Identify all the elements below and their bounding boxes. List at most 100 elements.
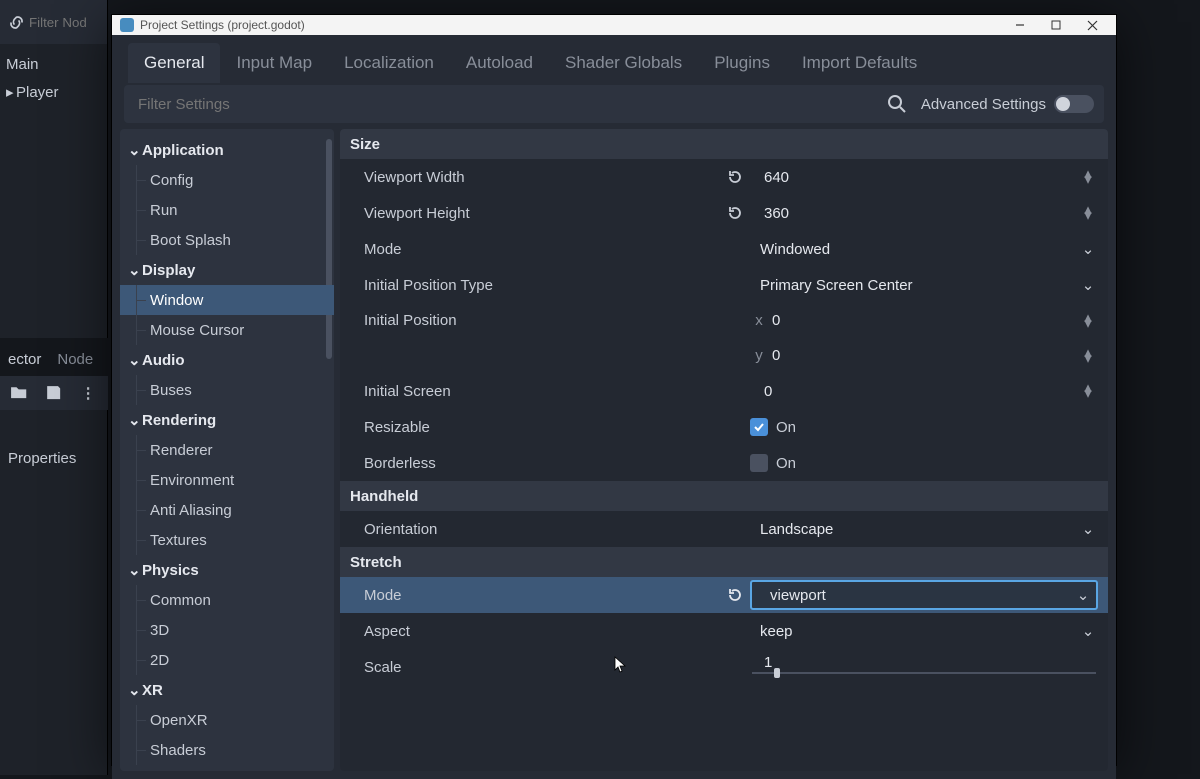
sidebar-item-environment[interactable]: Environment bbox=[120, 465, 334, 495]
category-xr[interactable]: ⌄XR bbox=[120, 675, 334, 705]
aspect-dropdown[interactable]: keep ⌄ bbox=[750, 622, 1098, 640]
orientation-dropdown[interactable]: Landscape ⌄ bbox=[750, 520, 1098, 538]
label-scale: Scale bbox=[350, 659, 720, 676]
filter-settings-input[interactable] bbox=[138, 96, 881, 113]
row-mode: Mode Windowed ⌄ bbox=[340, 231, 1108, 267]
sidebar-item-label: Buses bbox=[150, 382, 192, 399]
section-handheld: Handheld bbox=[340, 481, 1108, 511]
window-titlebar[interactable]: Project Settings (project.godot) bbox=[112, 15, 1116, 35]
scene-node-player[interactable]: ▸ Player bbox=[0, 78, 107, 106]
sidebar-item-2d[interactable]: 2D bbox=[120, 645, 334, 675]
category-label: Rendering bbox=[142, 412, 216, 429]
spinner-icon[interactable]: ▴▾ bbox=[1078, 385, 1098, 397]
label-resizable: Resizable bbox=[350, 419, 720, 436]
expand-icon[interactable]: ▸ bbox=[6, 83, 16, 101]
section-size: Size bbox=[340, 129, 1108, 159]
viewport-width-input[interactable]: 640 ▴▾ bbox=[750, 169, 1098, 186]
sidebar-item-common[interactable]: Common bbox=[120, 585, 334, 615]
row-initial-screen: Initial Screen 0 ▴▾ bbox=[340, 373, 1108, 409]
sidebar-item-anti-aliasing[interactable]: Anti Aliasing bbox=[120, 495, 334, 525]
reset-button[interactable] bbox=[720, 586, 750, 604]
initial-position-x-input[interactable]: x 0 ▴▾ bbox=[750, 312, 1098, 329]
window-mode-dropdown[interactable]: Windowed ⌄ bbox=[750, 240, 1098, 258]
scene-node-main[interactable]: Main bbox=[0, 50, 107, 78]
scale-slider[interactable]: 1 bbox=[750, 658, 1098, 676]
sidebar-item-renderer[interactable]: Renderer bbox=[120, 435, 334, 465]
category-application[interactable]: ⌄Application bbox=[120, 135, 334, 165]
tab-node[interactable]: Node bbox=[49, 343, 101, 376]
sidebar-item-3d[interactable]: 3D bbox=[120, 615, 334, 645]
chevron-down-icon: ⌄ bbox=[128, 261, 142, 279]
chevron-down-icon: ⌄ bbox=[1078, 520, 1098, 538]
spinner-icon[interactable]: ▴▾ bbox=[1078, 171, 1098, 183]
tab-import-defaults[interactable]: Import Defaults bbox=[786, 43, 933, 83]
spinner-icon[interactable]: ▴▾ bbox=[1078, 350, 1098, 362]
category-physics[interactable]: ⌄Physics bbox=[120, 555, 334, 585]
tab-shader-globals[interactable]: Shader Globals bbox=[549, 43, 698, 83]
category-display[interactable]: ⌄Display bbox=[120, 255, 334, 285]
spinner-icon[interactable]: ▴▾ bbox=[1078, 315, 1098, 327]
tab-inspector[interactable]: ector bbox=[0, 343, 49, 376]
sidebar-item-window[interactable]: Window bbox=[120, 285, 334, 315]
reset-button[interactable] bbox=[720, 204, 750, 222]
close-button[interactable] bbox=[1074, 15, 1110, 35]
sidebar-item-label: Window bbox=[150, 292, 203, 309]
row-resizable: Resizable On bbox=[340, 409, 1108, 445]
category-label: Application bbox=[142, 142, 224, 159]
sidebar-item-label: OpenXR bbox=[150, 712, 208, 729]
link-icon[interactable] bbox=[8, 12, 25, 32]
initial-pos-type-dropdown[interactable]: Primary Screen Center ⌄ bbox=[750, 276, 1098, 294]
sidebar-item-label: Common bbox=[150, 592, 211, 609]
tab-input-map[interactable]: Input Map bbox=[220, 43, 328, 83]
chevron-down-icon: ⌄ bbox=[1078, 276, 1098, 294]
slider-thumb[interactable] bbox=[774, 668, 780, 678]
tab-general[interactable]: General bbox=[128, 43, 220, 83]
initial-screen-input[interactable]: 0 ▴▾ bbox=[750, 383, 1098, 400]
search-icon[interactable] bbox=[887, 94, 907, 114]
category-rendering[interactable]: ⌄Rendering bbox=[120, 405, 334, 435]
borderless-checkbox[interactable]: On bbox=[750, 454, 1098, 472]
category-tree[interactable]: ⌄ApplicationConfigRunBoot Splash⌄Display… bbox=[120, 129, 334, 771]
row-stretch-mode: Mode viewport ⌄ bbox=[340, 577, 1108, 613]
resizable-checkbox[interactable]: On bbox=[750, 418, 1098, 436]
sidebar-item-mouse-cursor[interactable]: Mouse Cursor bbox=[120, 315, 334, 345]
stretch-mode-dropdown[interactable]: viewport ⌄ bbox=[750, 580, 1098, 610]
sidebar-item-boot-splash[interactable]: Boot Splash bbox=[120, 225, 334, 255]
slider-track bbox=[752, 672, 1096, 674]
sidebar-item-textures[interactable]: Textures bbox=[120, 525, 334, 555]
sidebar-item-run[interactable]: Run bbox=[120, 195, 334, 225]
advanced-settings-toggle[interactable] bbox=[1054, 95, 1094, 113]
tab-localization[interactable]: Localization bbox=[328, 43, 450, 83]
row-initial-pos-type: Initial Position Type Primary Screen Cen… bbox=[340, 267, 1108, 303]
maximize-button[interactable] bbox=[1038, 15, 1074, 35]
tab-plugins[interactable]: Plugins bbox=[698, 43, 786, 83]
reset-button[interactable] bbox=[720, 168, 750, 186]
label-orientation: Orientation bbox=[350, 521, 720, 538]
label-stretch-mode: Mode bbox=[350, 587, 720, 604]
viewport-height-input[interactable]: 360 ▴▾ bbox=[750, 205, 1098, 222]
tab-autoload[interactable]: Autoload bbox=[450, 43, 549, 83]
scene-filter-input[interactable] bbox=[29, 15, 99, 30]
row-initial-position-x: Initial Position x 0 ▴▾ bbox=[340, 303, 1108, 338]
more-icon[interactable]: ⋮ bbox=[81, 384, 98, 402]
sidebar-item-buses[interactable]: Buses bbox=[120, 375, 334, 405]
initial-position-y-input[interactable]: y 0 ▴▾ bbox=[750, 347, 1098, 364]
sidebar-item-label: Boot Splash bbox=[150, 232, 231, 249]
spinner-icon[interactable]: ▴▾ bbox=[1078, 207, 1098, 219]
sidebar-item-shaders[interactable]: Shaders bbox=[120, 735, 334, 765]
section-stretch: Stretch bbox=[340, 547, 1108, 577]
sidebar-item-label: Run bbox=[150, 202, 178, 219]
properties-label: Properties bbox=[8, 450, 76, 467]
save-icon[interactable] bbox=[45, 384, 62, 402]
label-initial-position: Initial Position bbox=[350, 312, 720, 329]
sidebar-item-openxr[interactable]: OpenXR bbox=[120, 705, 334, 735]
axis-y-label: y bbox=[750, 347, 768, 364]
category-audio[interactable]: ⌄Audio bbox=[120, 345, 334, 375]
label-initial-screen: Initial Screen bbox=[350, 383, 720, 400]
properties-panel[interactable]: Size Viewport Width 640 ▴▾ Viewport Heig… bbox=[340, 129, 1108, 771]
sidebar-item-config[interactable]: Config bbox=[120, 165, 334, 195]
folder-icon[interactable] bbox=[10, 384, 27, 402]
sidebar-item-label: Config bbox=[150, 172, 193, 189]
minimize-button[interactable] bbox=[1002, 15, 1038, 35]
scene-tree[interactable]: Main ▸ Player bbox=[0, 44, 107, 112]
